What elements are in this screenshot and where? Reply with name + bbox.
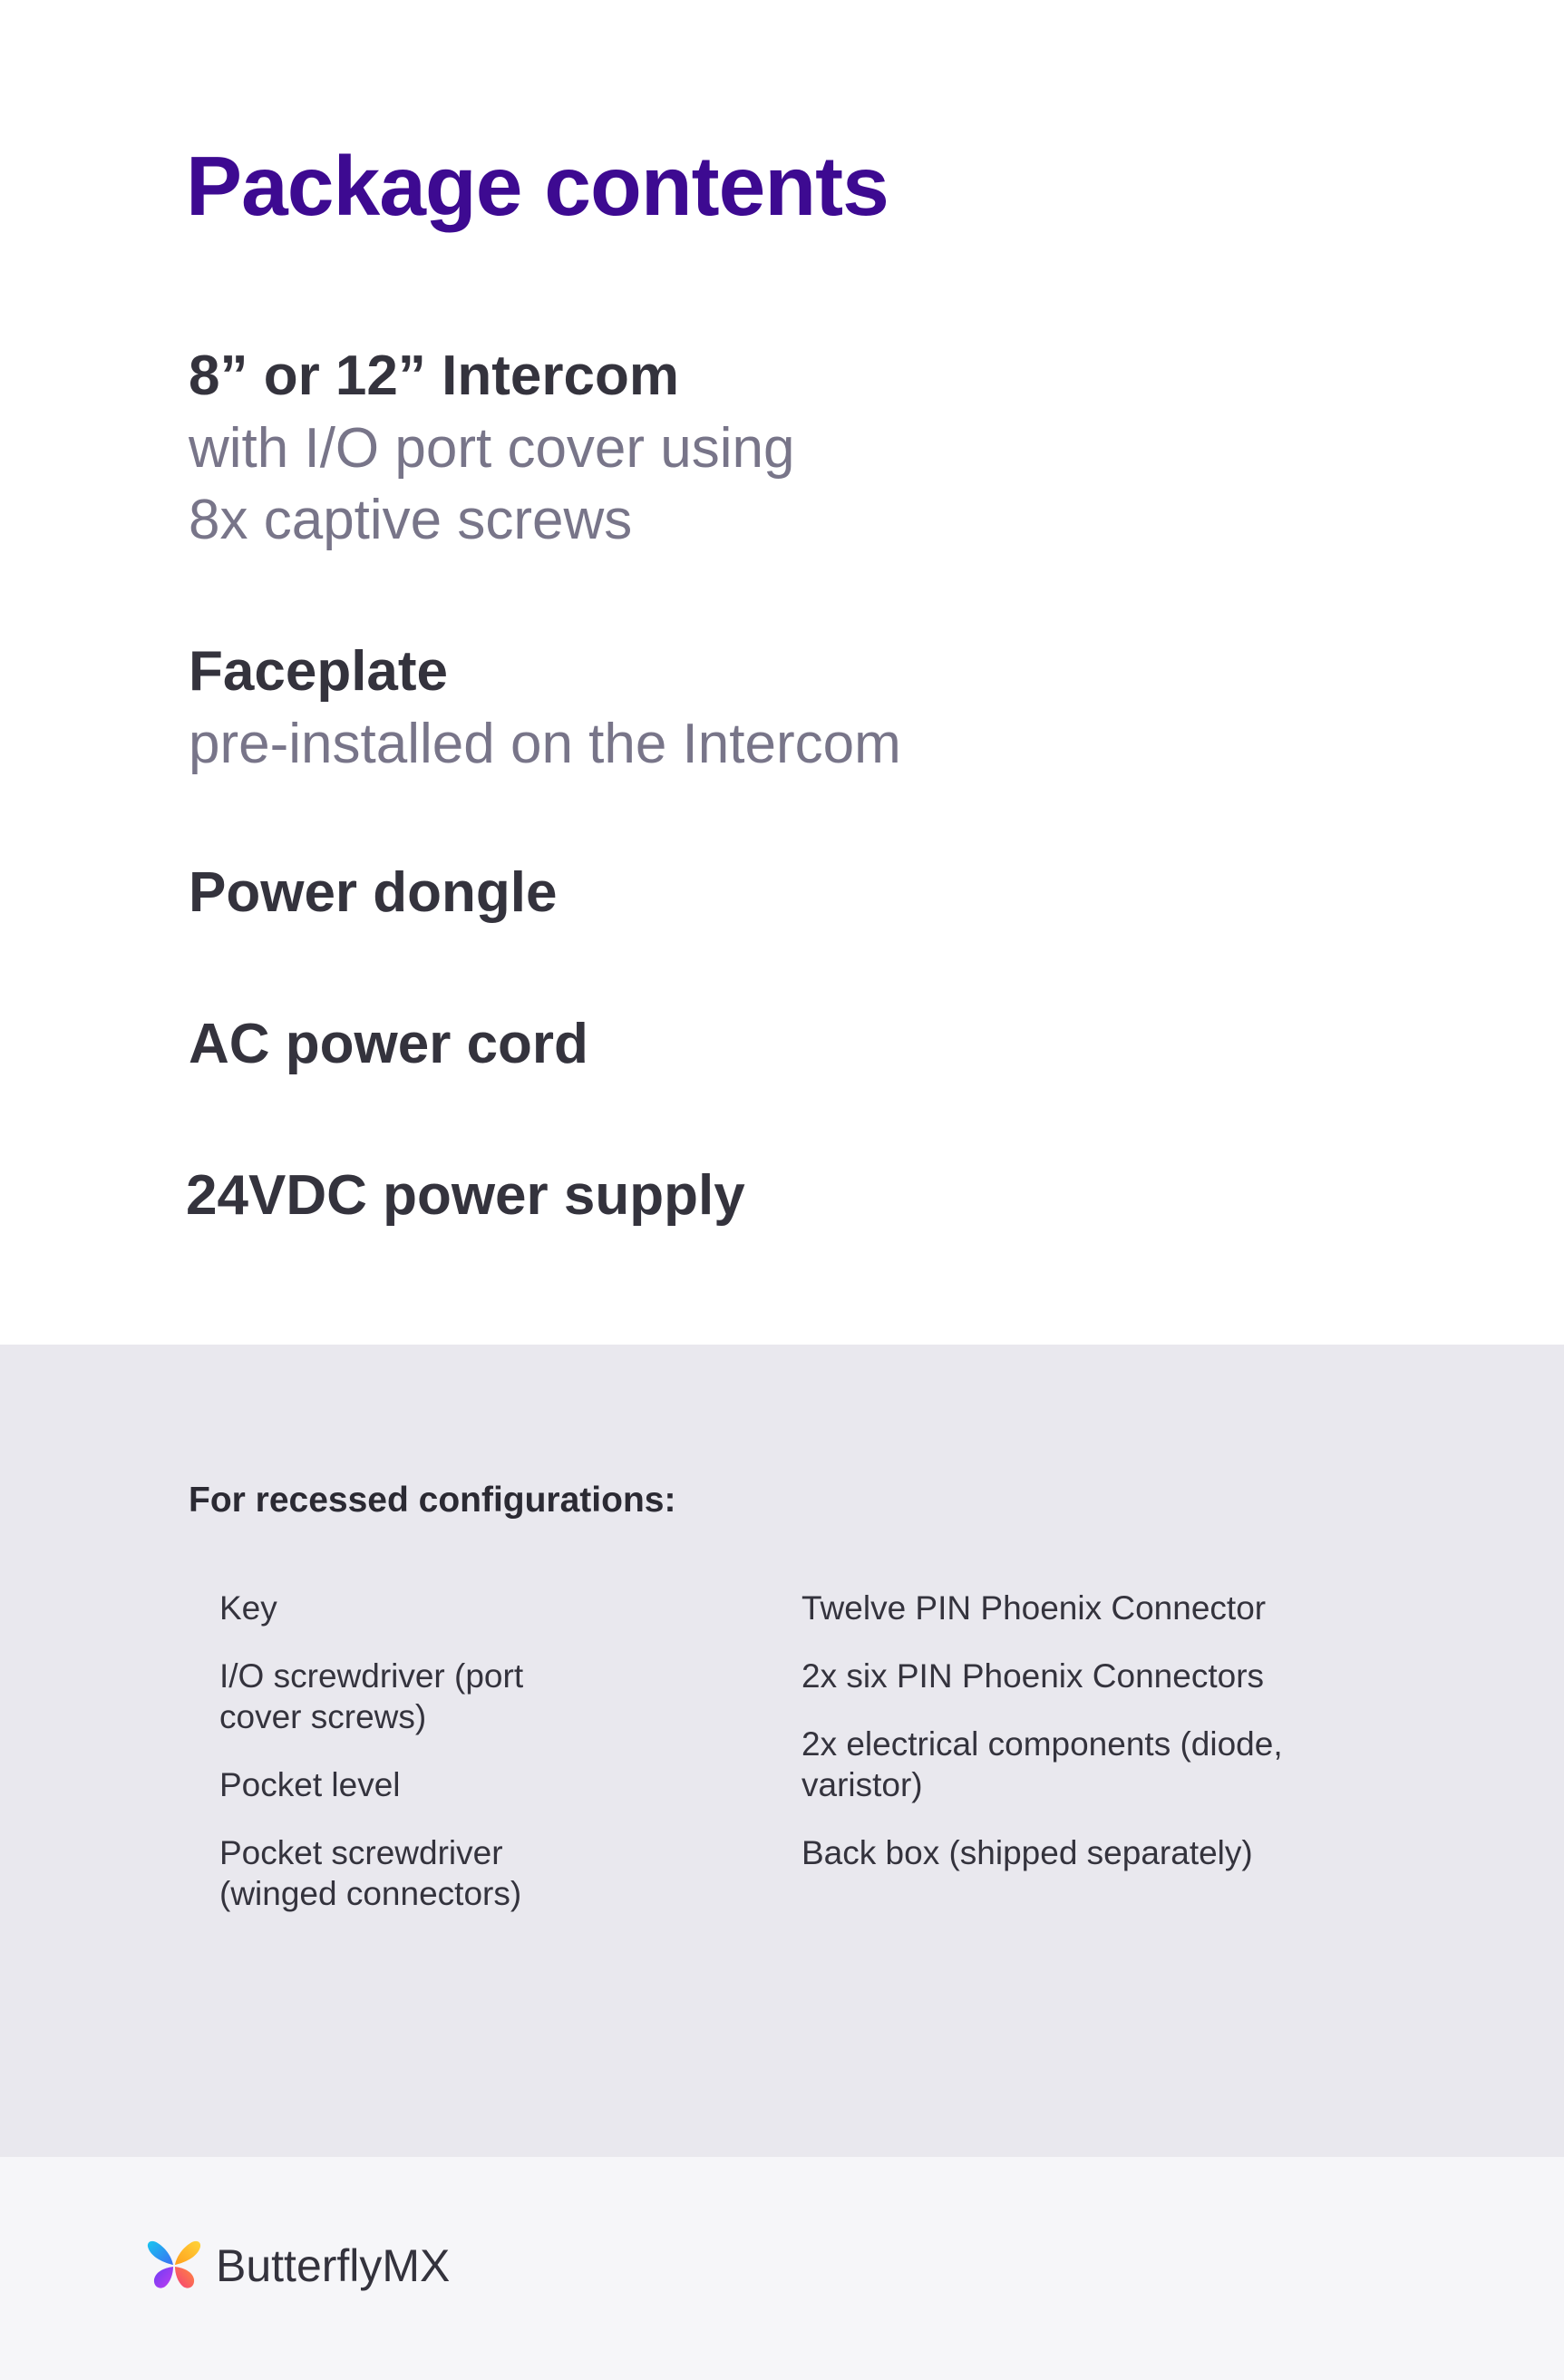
list-item: 2x electrical components (diode, varisto… [801, 1725, 1283, 1803]
item-description-line: 8x captive screws [189, 489, 633, 551]
item-title: 24VDC power supply [186, 1164, 745, 1227]
butterfly-logo-icon [147, 2240, 201, 2288]
item-power-dongle: Power dongle [189, 857, 557, 929]
item-ac-power-cord: AC power cord [189, 1008, 588, 1081]
item-description-line: with I/O port cover using [189, 417, 795, 480]
list-item: 2x six PIN Phoenix Connectors [801, 1657, 1265, 1695]
brand-logo: ButterflyMX [145, 2229, 450, 2302]
footer: ButterflyMX [0, 2157, 1564, 2380]
package-contents-section: Package contents 8” or 12” Intercom with… [0, 0, 1564, 1345]
item-title: 8” or 12” Intercom [189, 345, 679, 407]
list-item: Back box (shipped separately) [801, 1834, 1253, 1871]
list-item: Twelve PIN Phoenix Connector [801, 1589, 1267, 1627]
item-title: AC power cord [189, 1013, 588, 1075]
list-item: I/O screwdriver (port cover screws) [219, 1657, 524, 1735]
list-item: Pocket screwdriver (winged connectors) [219, 1834, 522, 1912]
item-power-supply: 24VDC power supply [186, 1160, 745, 1232]
list-item: Pocket level [219, 1766, 401, 1803]
list-item: Key [219, 1589, 277, 1627]
page-title: Package contents [186, 139, 889, 233]
recessed-list-left: Key I/O screwdriver (port cover screws) … [219, 1588, 727, 1941]
recessed-configurations-section: For recessed configurations: Key I/O scr… [0, 1345, 1564, 2157]
item-title: Power dongle [189, 861, 558, 924]
item-description-line: pre-installed on the Intercom [189, 713, 901, 775]
item-title: Faceplate [189, 640, 449, 703]
item-faceplate: Faceplate pre-installed on the Intercom [189, 636, 901, 780]
recessed-heading: For recessed configurations: [189, 1481, 676, 1520]
recessed-list-right: Twelve PIN Phoenix Connector 2x six PIN … [801, 1588, 1382, 1900]
item-intercom: 8” or 12” Intercom with I/O port cover u… [189, 340, 795, 556]
brand-name: ButterflyMX [216, 2240, 451, 2291]
